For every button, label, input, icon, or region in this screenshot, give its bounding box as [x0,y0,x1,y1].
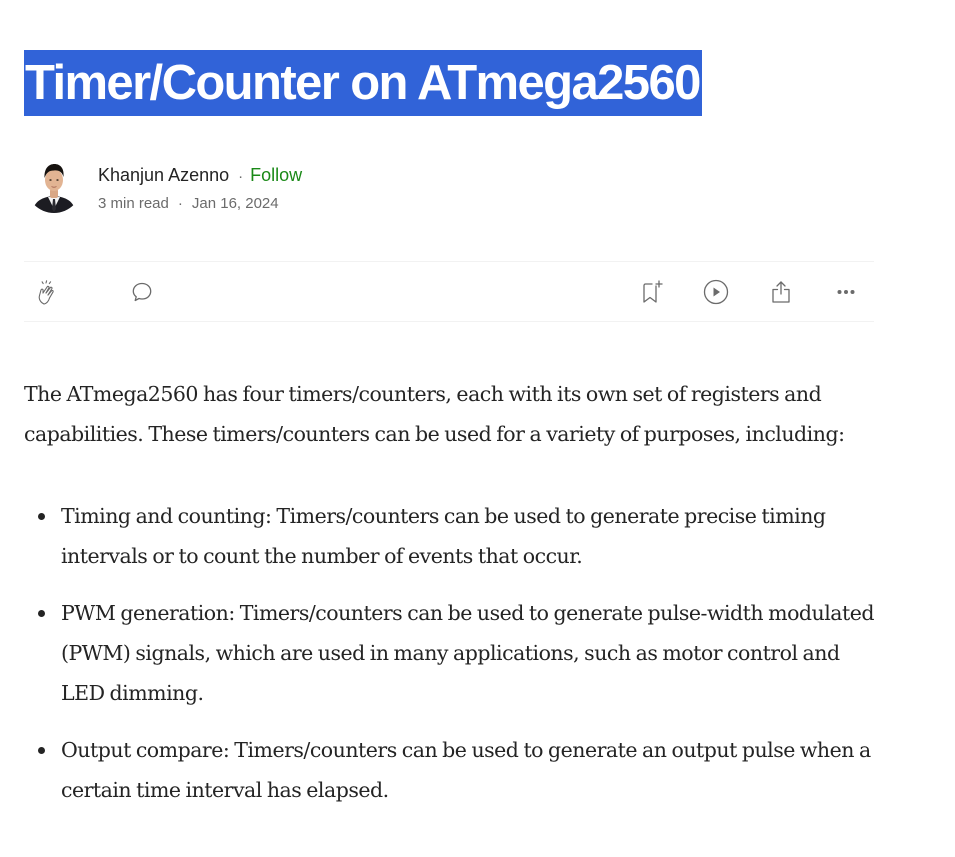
author-photo [26,157,82,213]
meta-separator: · [177,195,183,212]
comment-icon [132,282,152,302]
clap-button[interactable] [34,278,62,306]
title-wrap: Timer/Counter on ATmega2560 [24,50,702,116]
list-item: Timing and counting: Timers/counters can… [24,496,874,576]
listen-button[interactable] [702,278,730,306]
action-bar [24,261,874,322]
article-body: The ATmega2560 has four timers/counters,… [24,374,875,827]
bullet-dot [38,610,45,617]
bullet-dot [38,513,45,520]
article-title: Timer/Counter on ATmega2560 [24,50,702,116]
dot-separator: · [238,168,244,185]
list-item: Output compare: Timers/counters can be u… [24,730,874,810]
list-item-text: Timing and counting: Timers/counters can… [61,504,826,568]
bullet-dot [38,747,45,754]
list-item-text: PWM generation: Timers/counters can be u… [61,601,875,705]
follow-button[interactable]: Follow [250,165,302,185]
bullet-list: Timing and counting: Timers/counters can… [24,496,875,810]
byline: Khanjun Azenno · Follow 3 min read · Jan 16,… [24,156,624,216]
author-avatar[interactable] [26,157,82,213]
intro-paragraph: The ATmega2560 has four timers/counters,… [24,382,845,446]
more-horizontal-icon [837,290,855,294]
article-meta: 3 min read · Jan 16, 2024 [98,194,279,214]
bookmark-button[interactable] [638,278,666,306]
publish-date: Jan 16, 2024 [191,195,279,212]
share-button[interactable] [767,278,795,306]
bookmark-add-icon [643,280,663,303]
share-icon [772,281,790,303]
list-item: PWM generation: Timers/counters can be u… [24,593,875,713]
read-time: 3 min read [98,195,169,212]
comment-button[interactable] [128,278,156,306]
more-button[interactable] [832,278,860,306]
author-name[interactable]: Khanjun Azenno [98,165,229,185]
author-line: Khanjun Azenno · Follow [98,163,302,189]
clap-icon [38,280,54,305]
play-circle-icon [703,279,729,305]
list-item-text: Output compare: Timers/counters can be u… [61,738,871,802]
